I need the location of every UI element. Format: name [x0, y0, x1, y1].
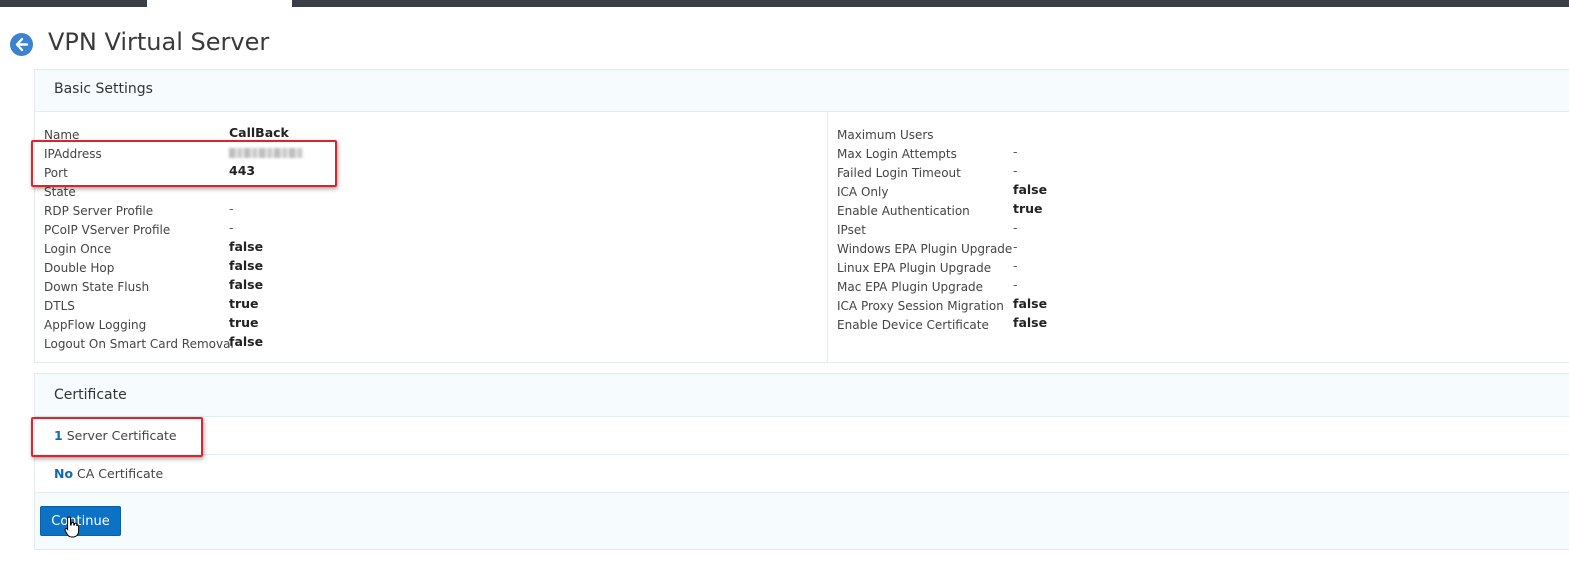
setting-label: Windows EPA Plugin Upgrade	[837, 242, 1013, 256]
setting-label: Enable Device Certificate	[837, 318, 989, 332]
setting-label: PCoIP VServer Profile	[44, 223, 171, 237]
setting-value: -	[1013, 239, 1018, 254]
setting-value: false	[229, 277, 264, 292]
setting-value: true	[229, 315, 259, 330]
setting-value: -	[1013, 144, 1018, 159]
ca-certificate-label: CA Certificate	[77, 466, 164, 481]
setting-label: AppFlow Logging	[44, 318, 147, 332]
ip-port-highlight-box	[31, 140, 337, 187]
setting-label: Login Once	[44, 242, 112, 256]
top-nav-bar	[0, 0, 1569, 7]
back-arrow-icon[interactable]	[10, 33, 33, 56]
setting-value: -	[229, 220, 234, 235]
setting-value: -	[1013, 277, 1018, 292]
basic-settings-panel: Basic Settings Name CallBack IPAddress Port…	[34, 69, 1569, 363]
certificate-footer: Continue	[35, 493, 1569, 549]
setting-value: CallBack	[229, 125, 289, 140]
setting-label: IPset	[837, 223, 866, 237]
setting-label: Enable Authentication	[837, 204, 970, 218]
setting-label: Failed Login Timeout	[837, 166, 961, 180]
ca-certificate-count[interactable]: No	[54, 466, 73, 481]
setting-label: Double Hop	[44, 261, 115, 275]
setting-value: false	[229, 258, 264, 273]
certificate-panel: Certificate 1 Server Certificate No CA C…	[34, 373, 1569, 550]
setting-label: Mac EPA Plugin Upgrade	[837, 280, 984, 294]
setting-value: false	[1013, 296, 1048, 311]
ca-certificate-row[interactable]: No CA Certificate	[35, 455, 1569, 493]
setting-label: Down State Flush	[44, 280, 150, 294]
setting-value: true	[229, 296, 259, 311]
setting-label: Max Login Attempts	[837, 147, 957, 161]
setting-label: DTLS	[44, 299, 75, 313]
server-certificate-highlight-box	[31, 417, 203, 457]
setting-value: -	[229, 201, 234, 216]
certificate-header[interactable]: Certificate	[35, 374, 1569, 417]
continue-button[interactable]: Continue	[40, 506, 121, 536]
setting-label: Linux EPA Plugin Upgrade	[837, 261, 992, 275]
basic-settings-header[interactable]: Basic Settings	[35, 70, 1569, 112]
setting-value: true	[1013, 201, 1043, 216]
setting-label: State	[44, 185, 76, 199]
page-title: VPN Virtual Server	[48, 28, 270, 56]
setting-label: ICA Proxy Session Migration	[837, 299, 1004, 313]
setting-value: false	[229, 334, 264, 349]
column-divider	[827, 112, 828, 362]
setting-value: false	[1013, 315, 1048, 330]
hand-pointer-icon	[64, 516, 80, 538]
setting-label: ICA Only	[837, 185, 889, 199]
setting-value: false	[1013, 182, 1048, 197]
setting-label: RDP Server Profile	[44, 204, 154, 218]
active-tab-indicator[interactable]	[147, 0, 292, 7]
setting-value: -	[1013, 163, 1018, 178]
setting-value: -	[1013, 220, 1018, 235]
setting-value: false	[229, 239, 264, 254]
setting-value: -	[1013, 258, 1018, 273]
setting-label: Maximum Users	[837, 128, 934, 142]
setting-label: Logout On Smart Card Removal	[44, 337, 234, 351]
server-certificate-row[interactable]: 1 Server Certificate	[35, 417, 1569, 455]
